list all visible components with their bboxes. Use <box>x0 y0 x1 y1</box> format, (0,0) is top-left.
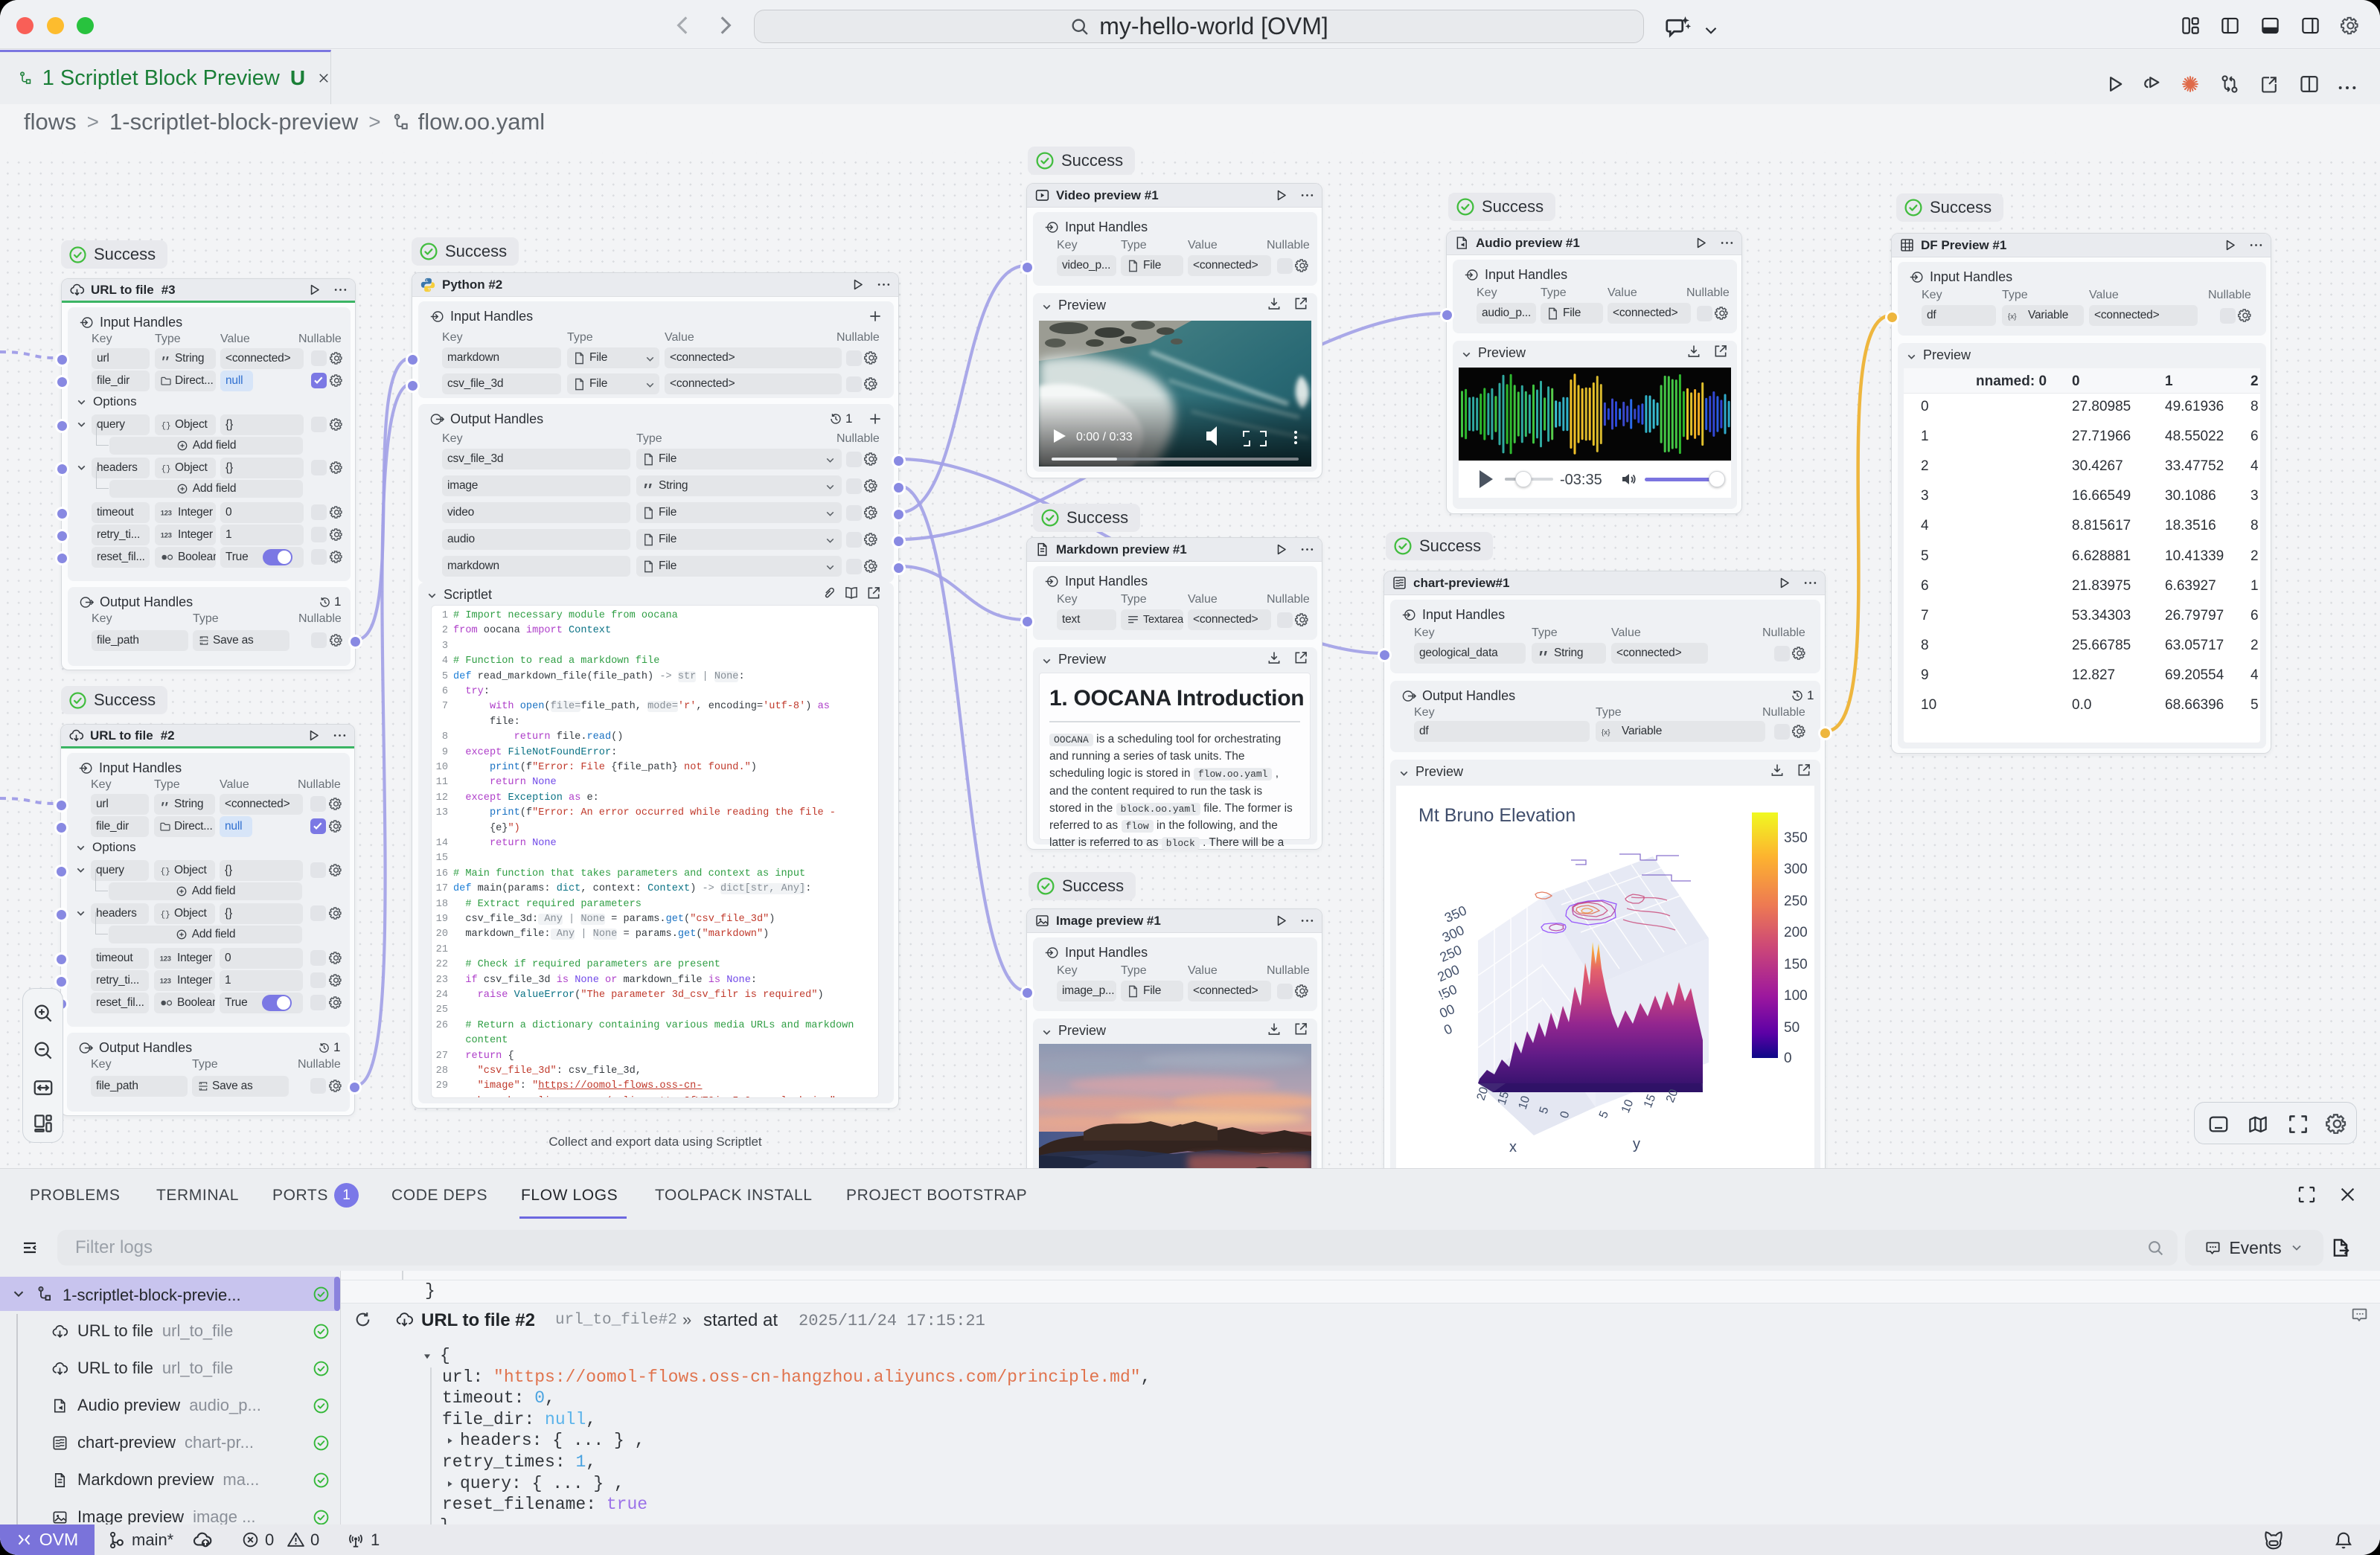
svg-text:200: 200 <box>1784 925 1808 940</box>
svg-text:50: 50 <box>1784 1020 1800 1036</box>
svg-text:100: 100 <box>1784 988 1808 1004</box>
svg-text:300: 300 <box>1784 862 1808 877</box>
svg-text:Mt Bruno Elevation: Mt Bruno Elevation <box>1418 805 1576 826</box>
svg-text:y: y <box>1633 1136 1640 1152</box>
svg-text:350: 350 <box>1784 830 1808 846</box>
svg-text:x: x <box>1509 1139 1517 1155</box>
svg-text:0:00 / 0:33: 0:00 / 0:33 <box>1076 431 1133 443</box>
svg-text:250: 250 <box>1784 894 1808 909</box>
svg-text:0: 0 <box>1784 1051 1792 1066</box>
svg-text:150: 150 <box>1784 957 1808 972</box>
